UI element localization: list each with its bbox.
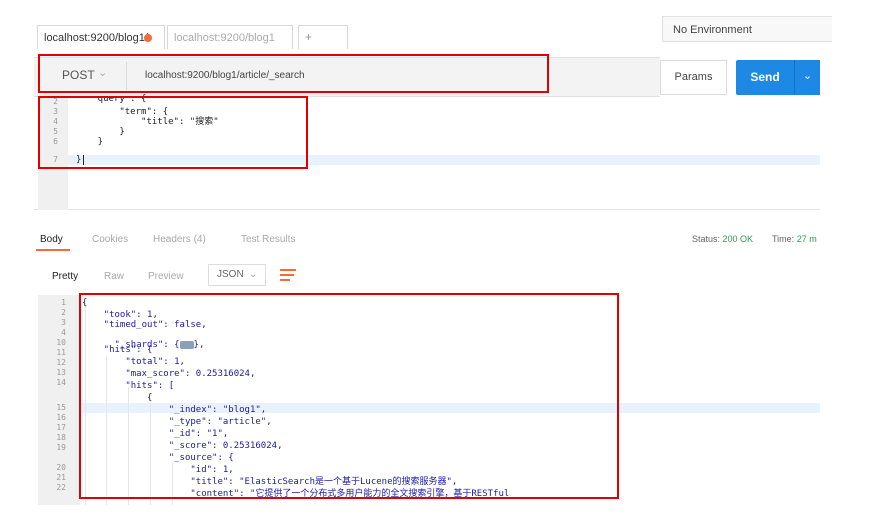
line-number: 3 [61,318,66,327]
new-tab-button[interactable]: + ··· [298,25,348,66]
line-number: 11 [56,348,66,357]
tab-cookies[interactable]: Cookies [92,234,128,245]
active-tab-indicator [36,249,70,251]
raw-button[interactable]: Raw [104,271,124,282]
format-select[interactable]: JSON ⌄ [208,264,266,286]
preview-button[interactable]: Preview [148,271,184,282]
line-number: 19 [56,443,66,452]
line-number: 12 [56,358,66,367]
pretty-button[interactable]: Pretty [52,271,78,282]
line-number: 10 [56,338,66,347]
line-number: 14 [56,378,66,387]
send-options-chevron-icon[interactable]: ⌄ [794,60,820,95]
line-number: 21 [56,473,66,482]
send-button[interactable]: Send [736,60,794,95]
line-number: 2 [61,308,66,317]
line-number: 13 [56,368,66,377]
line-number: 15 [56,403,66,412]
line-number: 22 [56,483,66,492]
line-number: 20 [56,463,66,472]
time-label: Time: 27 m [772,234,817,244]
tab-request-inactive[interactable]: localhost:9200/blog1 [167,25,293,49]
status-value: 200 OK [722,234,754,244]
status-label: Status: 200 OK [692,234,753,244]
annotation-box-url [38,54,549,93]
tab-label: localhost:9200/blog1/ [44,32,148,44]
line-number: 16 [56,413,66,422]
line-number: 1 [61,298,66,307]
annotation-box-response [79,293,619,499]
chevron-down-icon: ⌄ [249,269,258,280]
unsaved-dot-icon [144,34,152,42]
tab-headers[interactable]: Headers (4) [153,234,206,245]
status-label-text: Status: [692,234,721,244]
environment-select[interactable]: No Environment [662,16,832,42]
tab-test-results[interactable]: Test Results [241,234,295,245]
annotation-box-query [38,96,308,169]
time-label-text: Time: [772,234,795,244]
time-value: 27 m [796,234,817,244]
tab-request-active[interactable]: localhost:9200/blog1/ [37,25,165,49]
format-label: JSON [217,269,244,280]
line-number: 18 [56,433,66,442]
line-number: 17 [56,423,66,432]
tab-body[interactable]: Body [40,234,63,245]
tab-label: localhost:9200/blog1 [174,32,275,44]
params-button[interactable]: Params [660,60,727,95]
line-number: 4 [61,328,66,337]
wrap-lines-icon[interactable] [278,265,298,285]
